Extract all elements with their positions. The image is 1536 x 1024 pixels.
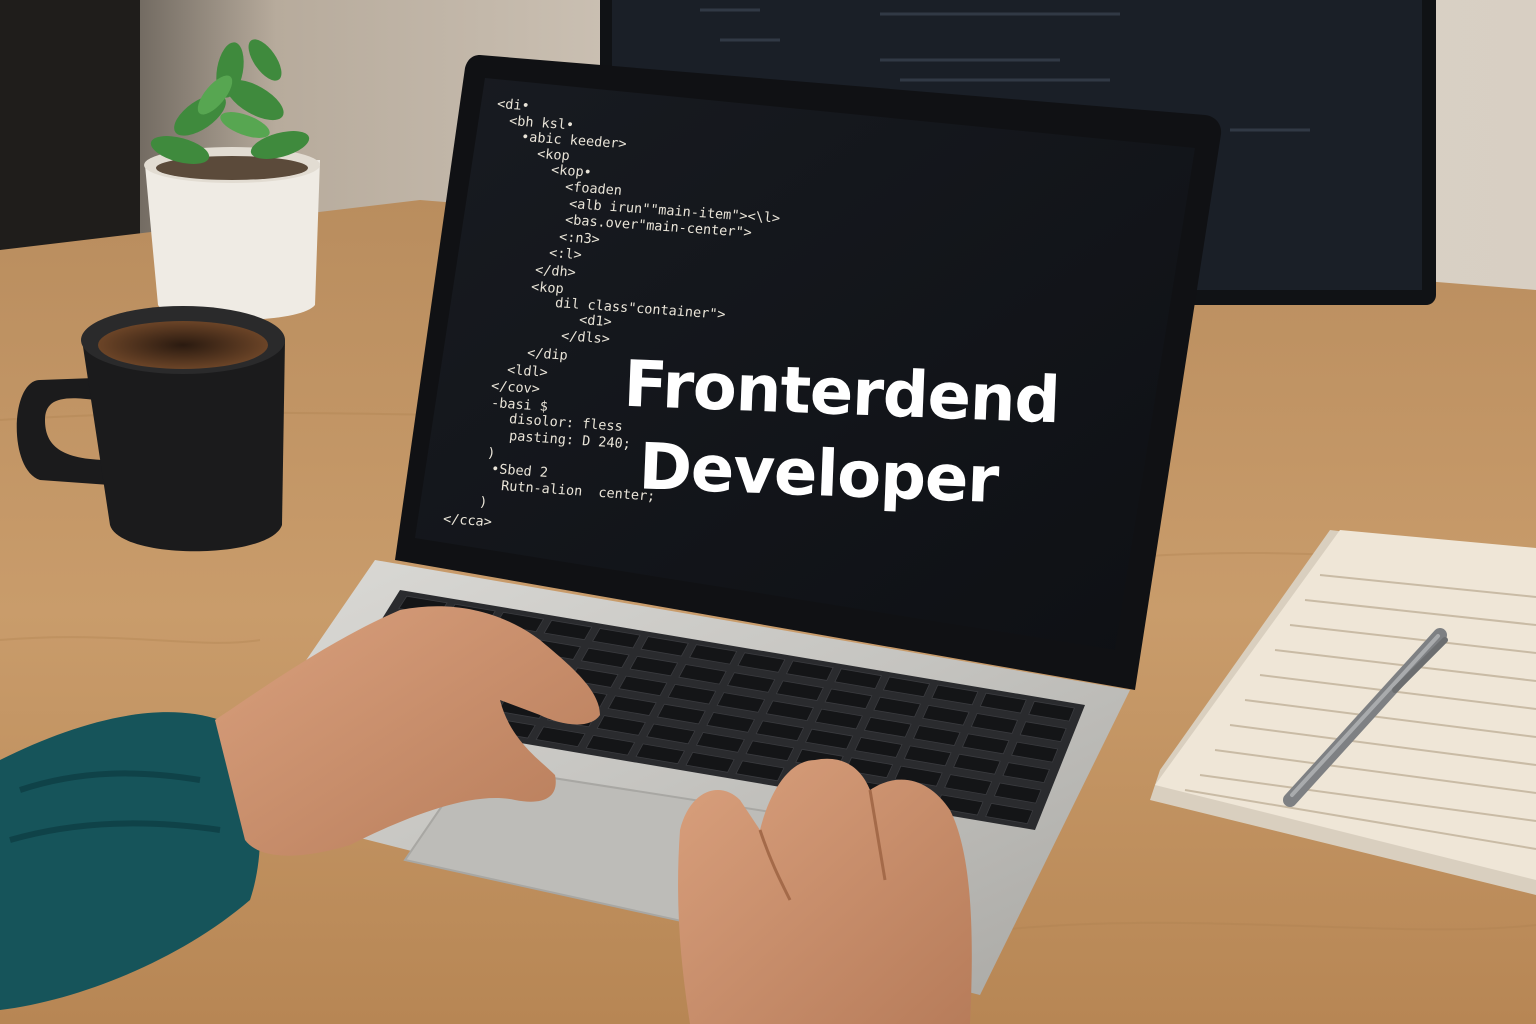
right-arm — [678, 758, 972, 1024]
dark-chair-shape — [0, 0, 140, 260]
right-hand — [678, 758, 972, 1024]
workspace-scene — [0, 0, 1536, 1024]
